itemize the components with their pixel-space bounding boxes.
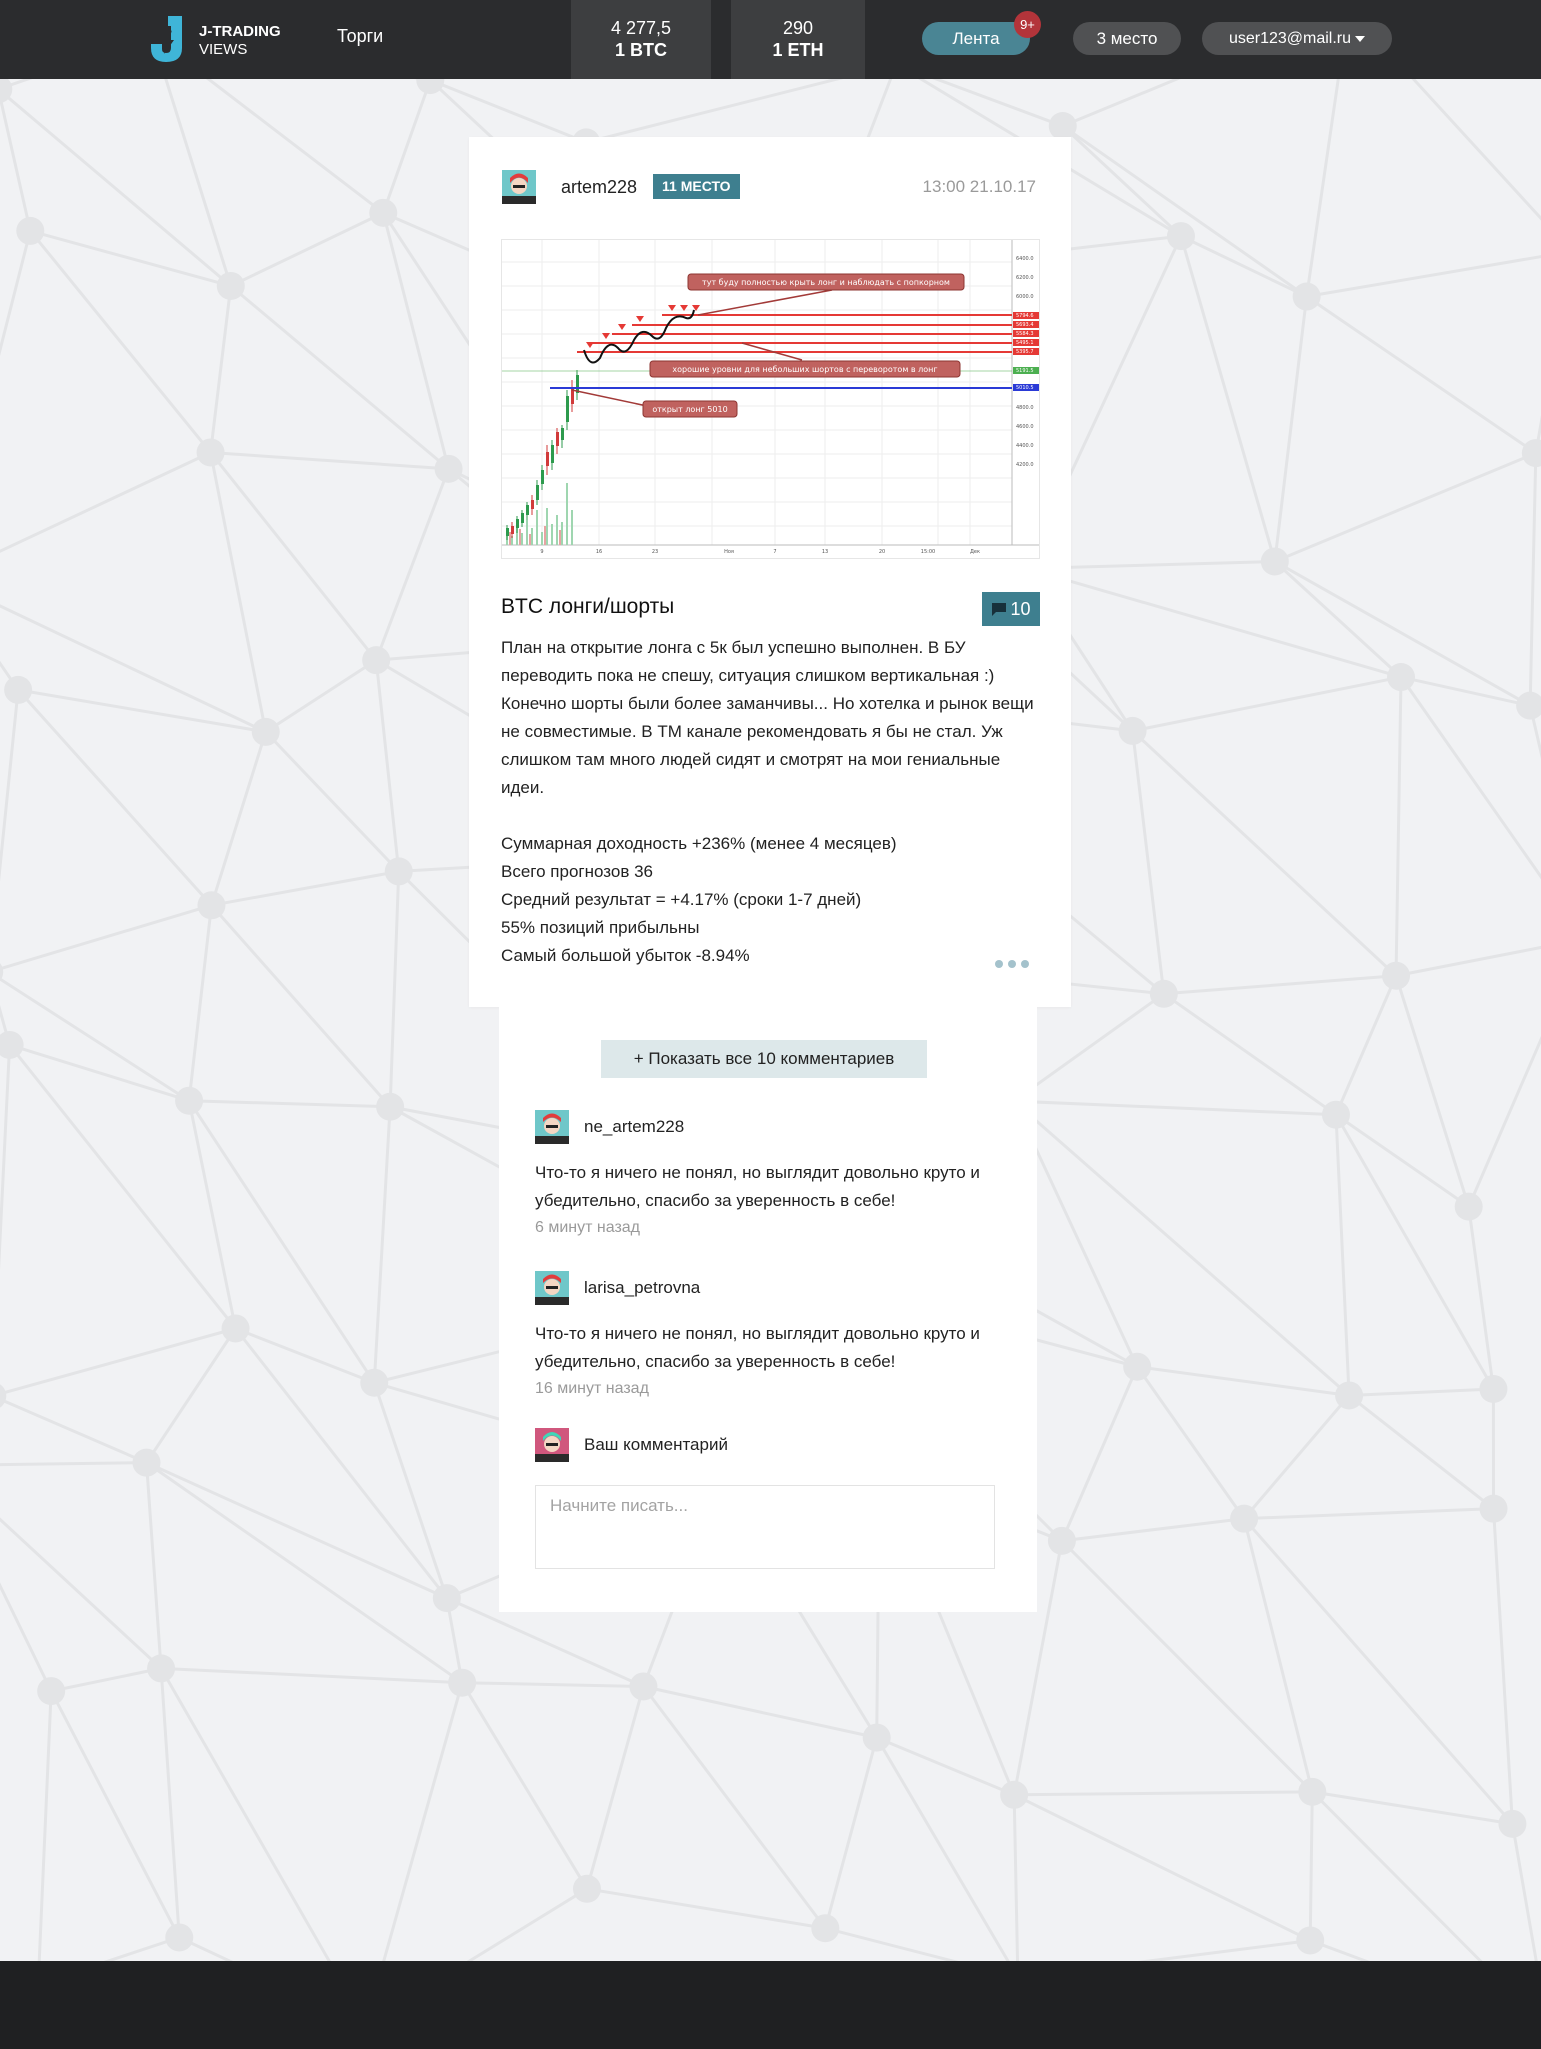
volume-bars [506,483,573,545]
stat-line: 55% позиций прибыльны [501,918,700,937]
eth-rate-coin: 1 ETH [772,40,824,60]
avatar-icon [535,1110,569,1144]
nav-trades-link[interactable]: Торги [337,26,383,47]
time-label: 16 [596,549,602,555]
stat-line: Суммарная доходность +236% (менее 4 меся… [501,834,897,853]
stat-line: Самый большой убыток -8.94% [501,946,750,965]
show-all-comments-button[interactable]: + Показать все 10 комментариев [601,1040,927,1078]
btc-rate-coin: 1 BTC [614,40,667,60]
comment-author[interactable]: ne_artem228 [584,1117,684,1137]
user-email: user123@mail.ru [1228,30,1352,47]
post-timestamp: 13:00 21.10.17 [922,177,1036,196]
stat-line: Всего прогнозов 36 [501,862,653,881]
time-label: 23 [652,549,658,555]
price-tag: 5794.6 [1016,313,1034,319]
comment-input[interactable] [535,1485,995,1569]
annotation-text: хорошие уровни для небольших шортов с пе… [672,365,937,374]
price-tag: 5693.4 [1016,322,1034,328]
btc-rate-value: 4 277,5 [610,18,672,38]
post-author[interactable]: artem228 [561,177,637,198]
comments-section: + Показать все 10 комментариев ne_artem2… [499,1007,1037,1612]
price-axis: 6400.0 6200.0 6000.0 4800.0 4600.0 4400.… [1016,256,1034,468]
price-label: 6400.0 [1016,256,1034,262]
time-label: 20 [879,549,885,555]
price-label: 4800.0 [1016,405,1034,411]
comment-time: 16 минут назад [535,1380,649,1397]
chevron-down-icon [1355,35,1366,42]
time-label: 15:00 [921,549,935,555]
logo-line2: VIEWS [199,41,248,58]
comment-time: 6 минут назад [535,1219,641,1236]
price-label: 4400.0 [1016,443,1034,449]
notification-badge: 9+ [1014,11,1041,38]
price-label: 4600.0 [1016,424,1034,430]
price-tag: 5495.1 [1016,340,1034,346]
eth-rate-value: 290 [782,18,814,38]
post-body: План на открытие лонга с 5к был успешно … [501,634,1041,970]
price-tag: 5395.7 [1016,349,1034,355]
comment-bubble-icon [992,603,1007,616]
post-chart-image[interactable]: тут буду полностью крыть лонг и наблюдат… [501,239,1040,559]
avatar-icon [502,170,536,204]
annotation-text: открыт лонг 5010 [652,405,727,414]
avatar[interactable] [502,170,536,204]
time-axis: 9 16 23 Ноя 7 13 20 15:00 Дек [540,549,980,555]
post-title[interactable]: BTC лонги/шорты [501,595,674,619]
price-label: 6200.0 [1016,275,1034,281]
comment-text: Что-то я ничего не понял, но выглядит до… [535,1324,980,1371]
j-logo-icon[interactable] [148,16,184,64]
logo-text[interactable]: J-TRADING VIEWS [199,23,281,59]
place-button[interactable]: 3 место [1073,22,1181,55]
price-tag: 5191.5 [1016,368,1034,374]
post-stats: Суммарная доходность +236% (менее 4 меся… [501,830,1041,970]
post-paragraph: План на открытие лонга с 5к был успешно … [501,638,1034,797]
avatar-icon [535,1428,569,1462]
comment-author[interactable]: larisa_petrovna [584,1278,700,1298]
time-label: 7 [773,549,776,555]
time-label: Ноя [724,549,734,555]
price-label: 4200.0 [1016,462,1034,468]
top-navbar: J-TRADING VIEWS Торги 4 277,5 1 BTC 290 … [0,0,1541,79]
time-label: 9 [540,549,543,555]
comments-count-button[interactable]: 10 [982,592,1040,626]
comments-count-value: 10 [1010,599,1031,619]
rank-badge: 11 МЕСТО [653,174,740,199]
price-level-tags: 5794.6 5693.4 5584.3 5495.1 5395.7 5191.… [1013,312,1039,391]
my-avatar [535,1428,569,1462]
time-label: Дек [970,549,980,555]
avatar-icon [535,1271,569,1305]
price-label: 6000.0 [1016,294,1034,300]
comment-text: Что-то я ничего не понял, но выглядит до… [535,1163,980,1210]
footer [0,1961,1541,2049]
trading-chart: тут буду полностью крыть лонг и наблюдат… [502,240,1039,555]
price-tag: 5584.3 [1016,331,1034,337]
more-options-icon[interactable] [995,955,1034,973]
eth-rate-widget[interactable]: 290 1 ETH [731,0,865,79]
avatar[interactable] [535,1110,569,1144]
your-comment-label: Ваш комментарий [584,1435,728,1454]
time-label: 13 [822,549,828,555]
annotation-text: тут буду полностью крыть лонг и наблюдат… [702,278,950,287]
logo-line1: J-TRADING [199,23,281,40]
avatar[interactable] [535,1271,569,1305]
user-menu-button[interactable]: user123@mail.ru [1202,22,1392,55]
post-card: artem228 11 МЕСТО 13:00 21.10.17 тут буд… [469,137,1071,1007]
stat-line: Средний результат = +4.17% (сроки 1-7 дн… [501,890,862,909]
btc-rate-widget[interactable]: 4 277,5 1 BTC [571,0,711,79]
price-tag: 5010.5 [1016,385,1034,391]
resistance-lines [577,314,1012,353]
